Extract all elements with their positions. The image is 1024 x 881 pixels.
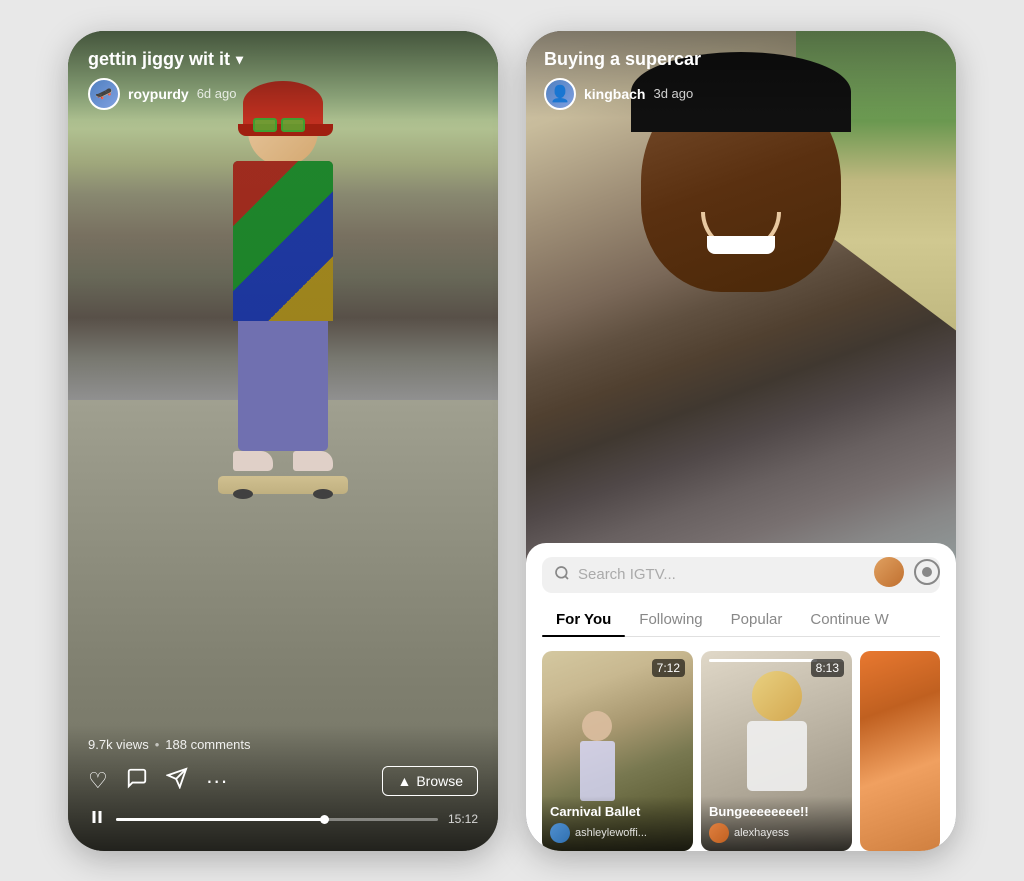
progress-bar[interactable] <box>116 818 438 821</box>
shoe-left <box>233 451 273 471</box>
thumb-duration-2: 8:13 <box>811 659 844 677</box>
time-ago-right: 3d ago <box>653 86 693 101</box>
user-info-left: 🛹 roypurdy 6d ago <box>88 78 478 110</box>
browse-button[interactable]: ▲ Browse <box>382 766 478 796</box>
thumb-info-2: Bungeeeeeeee!! alexhayess <box>701 796 852 851</box>
avatar-icon-right: 👤 <box>550 84 570 104</box>
thumb-title-1: Carnival Ballet <box>550 804 685 819</box>
left-header: gettin jiggy wit it ▾ 🛹 roypurdy 6d ago <box>68 31 498 120</box>
thumbnail-card-3[interactable] <box>860 651 940 851</box>
tab-popular-label: Popular <box>731 611 783 628</box>
views-count: 9.7k views <box>88 737 149 752</box>
share-icon[interactable] <box>166 767 188 795</box>
more-icon[interactable]: ··· <box>206 768 228 794</box>
panel-icons-row <box>874 557 940 587</box>
glass-right <box>281 118 305 132</box>
like-icon[interactable]: ♡ <box>88 768 108 794</box>
actions-row: ♡ ··· ▲ Bro <box>88 766 478 796</box>
skater-glasses <box>253 118 305 132</box>
tabs-row: For You Following Popular Continue W <box>542 605 940 637</box>
skater-person <box>173 96 393 676</box>
avatar-icon-left: 🛹 <box>95 85 112 102</box>
title-text-left: gettin jiggy wit it <box>88 49 230 70</box>
stats-row: 9.7k views • 188 comments <box>88 737 478 752</box>
comments-count: 188 comments <box>165 737 250 752</box>
thumb-user-row-1: ashleylewoffi... <box>550 823 685 843</box>
thumb-info-1: Carnival Ballet ashleylewoffi... <box>542 796 693 851</box>
thumb-username-2: alexhayess <box>734 827 789 839</box>
avatar-left[interactable]: 🛹 <box>88 78 120 110</box>
thumb-username-1: ashleylewoffi... <box>575 827 647 839</box>
video-duration: 15:12 <box>448 812 478 826</box>
avatar-right[interactable]: 👤 <box>544 78 576 110</box>
phone-left: gettin jiggy wit it ▾ 🛹 roypurdy 6d ago … <box>68 31 498 851</box>
skater-pants <box>238 321 328 451</box>
torso-colorblock <box>233 161 333 321</box>
thumbnail-card-1[interactable]: 7:12 Carnival Ballet ashleylewoffi... <box>542 651 693 851</box>
time-ago-left: 6d ago <box>197 86 237 101</box>
thumb-user-row-2: alexhayess <box>709 823 844 843</box>
phone-right: Buying a supercar 👤 kingbach 3d ago <box>526 31 956 851</box>
skateboard <box>218 476 348 494</box>
action-icons: ♡ ··· <box>88 767 228 795</box>
skater-torso <box>233 161 333 321</box>
thumb-bg-3 <box>860 651 940 851</box>
tab-continue[interactable]: Continue W <box>796 605 902 636</box>
tab-for-you[interactable]: For You <box>542 605 625 636</box>
brightness-icon[interactable] <box>914 559 940 585</box>
screenshot-container: gettin jiggy wit it ▾ 🛹 roypurdy 6d ago … <box>0 0 1024 881</box>
username-left[interactable]: roypurdy <box>128 86 189 102</box>
search-icon <box>554 565 570 585</box>
thumb-progress-fill-2 <box>709 659 817 662</box>
bungee-person <box>737 671 817 791</box>
tab-following[interactable]: Following <box>625 605 716 636</box>
thumb-duration-1: 7:12 <box>652 659 685 677</box>
progress-container: 15:12 <box>88 808 478 831</box>
tab-following-label: Following <box>639 611 702 628</box>
thumbnail-card-2[interactable]: 8:13 Bungeeeeeeee!! alexhayess <box>701 651 852 851</box>
chevron-down-icon[interactable]: ▾ <box>236 51 243 68</box>
tab-for-you-label: For You <box>556 611 611 628</box>
left-bottom: 9.7k views • 188 comments ♡ <box>68 725 498 851</box>
browse-icon: ▲ <box>397 773 411 789</box>
thumb-avatar-2 <box>709 823 729 843</box>
skater-shoes <box>173 451 393 471</box>
thumb-title-2: Bungeeeeeeee!! <box>709 804 844 819</box>
right-face <box>611 72 871 452</box>
separator: • <box>155 737 160 752</box>
username-right[interactable]: kingbach <box>584 86 645 102</box>
right-user-row: 👤 kingbach 3d ago <box>544 78 938 110</box>
face-teeth <box>707 236 775 254</box>
igtv-user-avatar[interactable] <box>874 557 904 587</box>
video-title-right: Buying a supercar <box>544 49 938 70</box>
browse-label: Browse <box>416 773 463 789</box>
pause-icon[interactable] <box>88 808 106 831</box>
thumbnails-row: 7:12 Carnival Ballet ashleylewoffi... <box>542 651 940 851</box>
tab-popular[interactable]: Popular <box>717 605 797 636</box>
comment-icon[interactable] <box>126 767 148 795</box>
tab-continue-label: Continue W <box>810 611 888 628</box>
right-header: Buying a supercar 👤 kingbach 3d ago <box>526 31 956 118</box>
glass-left <box>253 118 277 132</box>
progress-dot <box>320 815 329 824</box>
brightness-inner <box>922 567 932 577</box>
video-title-left: gettin jiggy wit it ▾ <box>88 49 478 70</box>
progress-fill <box>116 818 325 821</box>
shoe-right <box>293 451 333 471</box>
igtv-bottom-panel: Search IGTV... For You Following Popular… <box>526 543 956 851</box>
thumb-avatar-1 <box>550 823 570 843</box>
